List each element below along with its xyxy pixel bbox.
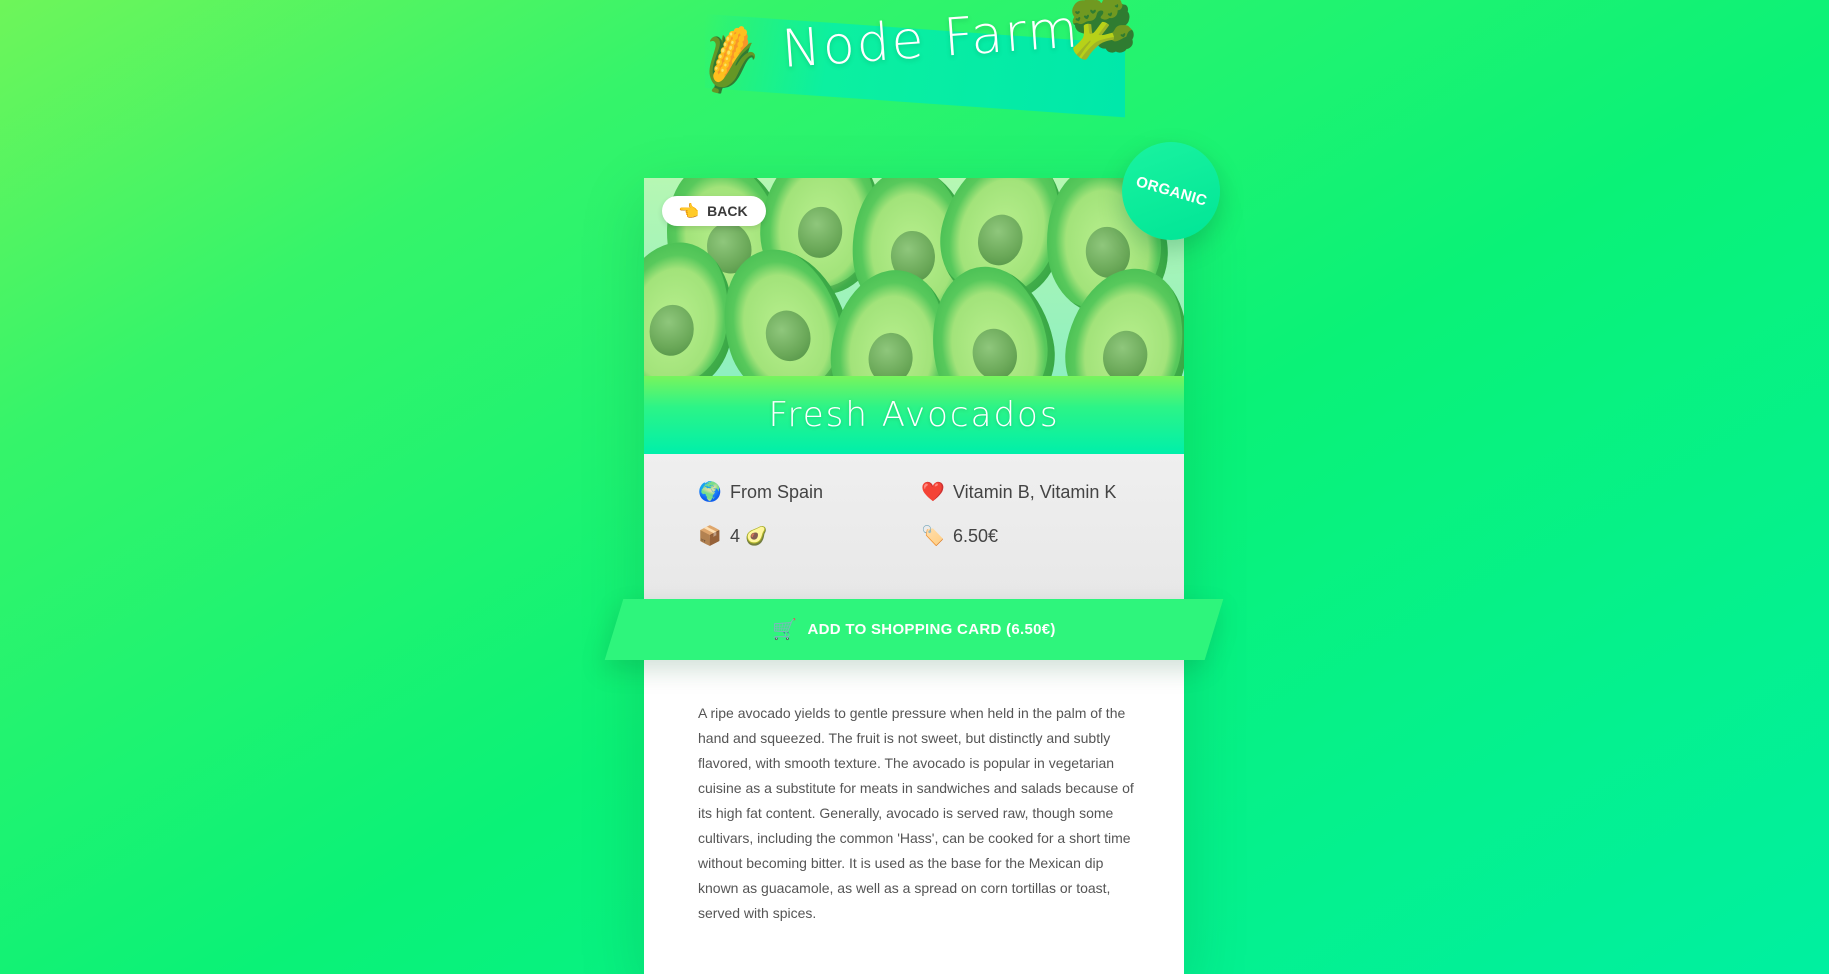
add-to-cart-content: 🛒 ADD TO SHOPPING CARD (6.50€) [614,599,1214,660]
product-title: Fresh Avocados [768,395,1060,435]
back-button-label: BACK [707,203,748,219]
price-tag-icon: 🏷️ [921,526,945,547]
add-to-cart-label: ADD TO SHOPPING CARD (6.50€) [807,621,1056,638]
heart-icon: ❤️ [921,482,945,503]
broccoli-icon: 🥦 [1068,0,1138,62]
product-title-band: Fresh Avocados [644,376,1184,454]
product-image: 👈 BACK [644,178,1184,376]
quantity-text: 4 🥑 [730,526,768,546]
organic-badge-label: ORGANIC [1133,172,1209,210]
add-to-cart-button[interactable]: 🛒 ADD TO SHOPPING CARD (6.50€) [604,599,1224,660]
price-text: 6.50€ [953,526,999,546]
site-logo[interactable]: 🌽 Node Farm 🥦 [689,0,1150,130]
product-card: 👈 BACK Fresh Avocados 🌍 From Spain ❤️ Vi… [644,178,1184,974]
globe-icon: 🌍 [698,482,722,503]
nutrients-text: Vitamin B, Vitamin K [953,482,1117,502]
organic-badge: ORGANIC [1122,142,1220,240]
pointing-hand-icon: 👈 [678,201,700,221]
origin-text: From Spain [730,482,824,502]
price-detail: 🏷️ 6.50€ [921,526,998,547]
nutrients-detail: ❤️ Vitamin B, Vitamin K [921,482,1116,503]
back-button[interactable]: 👈 BACK [662,196,766,226]
product-description: A ripe avocado yields to gentle pressure… [698,705,1134,921]
shopping-cart-icon: 🛒 [772,618,798,641]
quantity-detail: 📦 4 🥑 [698,526,767,547]
package-icon: 📦 [698,526,722,547]
origin-detail: 🌍 From Spain [698,482,823,503]
